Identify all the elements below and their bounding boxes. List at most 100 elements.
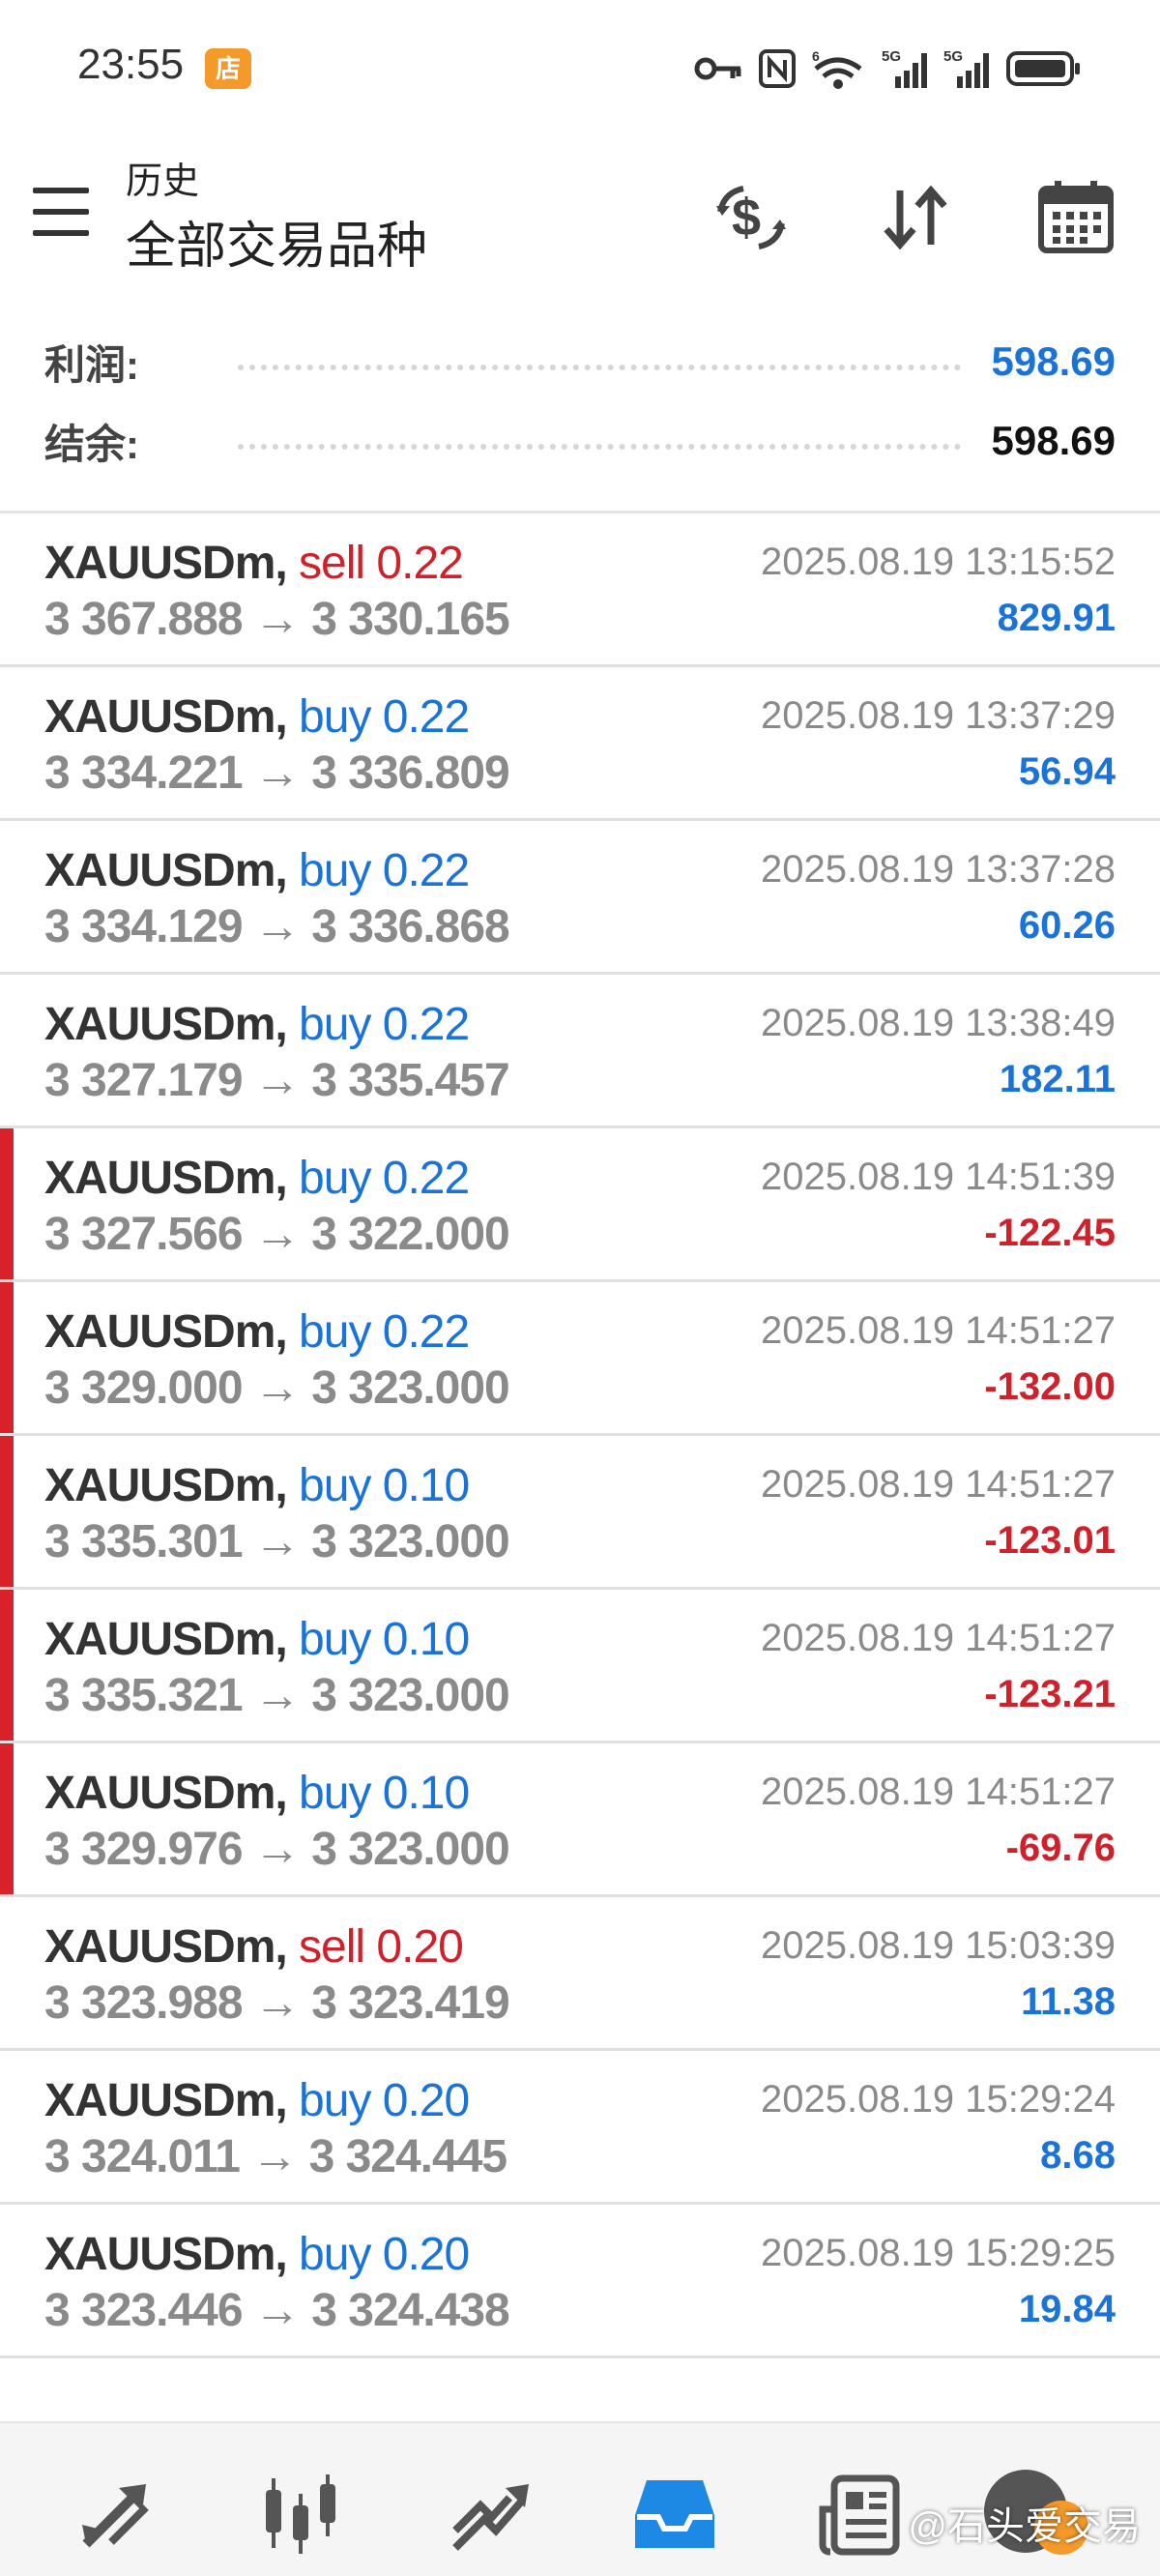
- status-bar: 23:55 店 6 5G 5G: [0, 0, 1160, 135]
- app-header: 历史 全部交易品种 $: [0, 135, 1160, 309]
- trade-time: 2025.08.19 13:37:29: [760, 694, 1116, 737]
- trade-time: 2025.08.19 15:29:24: [760, 2078, 1116, 2121]
- trade-symbol: XAUUSDm, buy 0.20: [44, 2074, 470, 2127]
- trade-prices: 3 324.011 → 3 324.445: [44, 2131, 508, 2182]
- trade-symbol-text: XAUUSDm,: [44, 1614, 288, 1665]
- trade-side: buy 0.22: [299, 1153, 470, 1204]
- page-subtitle: 历史: [126, 161, 200, 202]
- trade-symbol: XAUUSDm, buy 0.10: [44, 1767, 470, 1820]
- sort-icon: [884, 185, 947, 250]
- menu-button[interactable]: [33, 188, 93, 238]
- trade-side: buy 0.20: [299, 2229, 470, 2280]
- trade-symbol: XAUUSDm, buy 0.10: [44, 1459, 470, 1512]
- trade-symbol: XAUUSDm, buy 0.10: [44, 1613, 470, 1666]
- watermark-text: @石头爱交易: [908, 2505, 1141, 2548]
- trade-symbol: XAUUSDm, buy 0.22: [44, 690, 470, 744]
- trade-prices: 3 335.321 → 3 323.000: [44, 1670, 510, 1721]
- trade-side: buy 0.22: [299, 845, 470, 896]
- balance-dots: [238, 444, 961, 450]
- trade-icon: [452, 2484, 529, 2551]
- trade-profit: 8.68: [1040, 2134, 1116, 2177]
- profit-label: 利润:: [44, 341, 139, 388]
- trade-time: 2025.08.19 14:51:27: [760, 1463, 1116, 1506]
- trade-symbol-text: XAUUSDm,: [44, 2229, 288, 2280]
- trade-row[interactable]: XAUUSDm, buy 0.10 3 329.976 → 3 323.000 20…: [0, 1743, 1160, 1897]
- nav-chart[interactable]: [253, 2466, 350, 2562]
- balance-row: 结余: 598.69: [44, 412, 1116, 470]
- page-title[interactable]: 全部交易品种: [126, 205, 427, 278]
- trade-profit: -132.00: [984, 1365, 1116, 1408]
- trade-symbol: XAUUSDm, buy 0.22: [44, 998, 470, 1051]
- sort-button[interactable]: [872, 174, 959, 261]
- battery-icon: [1006, 51, 1080, 86]
- key-icon: [694, 57, 741, 80]
- trade-row[interactable]: XAUUSDm, buy 0.20 3 324.011 → 3 324.445 20…: [0, 2051, 1160, 2205]
- balance-label: 结余:: [44, 421, 139, 467]
- trade-row[interactable]: XAUUSDm, buy 0.22 3 327.179 → 3 335.457 20…: [0, 975, 1160, 1128]
- net2-label: 5G: [943, 48, 963, 65]
- trade-profit: 11.38: [1021, 1980, 1116, 2023]
- summary-panel: 利润: 598.69 结余: 598.69: [0, 329, 1160, 512]
- trade-symbol-text: XAUUSDm,: [44, 1153, 288, 1204]
- trade-side: buy 0.22: [299, 1306, 470, 1358]
- trade-symbol-text: XAUUSDm,: [44, 691, 288, 743]
- nav-history[interactable]: [626, 2466, 723, 2562]
- trade-time: 2025.08.19 15:03:39: [760, 1924, 1116, 1967]
- trade-time: 2025.08.19 13:38:49: [760, 1002, 1116, 1044]
- trade-row[interactable]: XAUUSDm, buy 0.22 3 329.000 → 3 323.000 20…: [0, 1282, 1160, 1436]
- trade-prices: 3 335.301 → 3 323.000: [44, 1516, 510, 1567]
- status-icons: 6 5G 5G: [694, 44, 1083, 93]
- wifi-6-icon: 6: [812, 48, 862, 89]
- trade-row[interactable]: XAUUSDm, sell 0.20 3 323.988 → 3 323.419 2…: [0, 1897, 1160, 2051]
- trade-row[interactable]: XAUUSDm, sell 0.22 3 367.888 → 3 330.165 2…: [0, 513, 1160, 667]
- trade-profit: 829.91: [997, 597, 1116, 639]
- news-icon: [819, 2474, 900, 2556]
- trade-time: 2025.08.19 14:51:39: [760, 1156, 1116, 1198]
- svg-text:$: $: [732, 189, 761, 247]
- trade-prices: 3 329.976 → 3 323.000: [44, 1824, 510, 1875]
- trade-symbol: XAUUSDm, sell 0.22: [44, 537, 464, 590]
- trade-row[interactable]: XAUUSDm, buy 0.10 3 335.301 → 3 323.000 20…: [0, 1436, 1160, 1590]
- nfc-icon: [759, 49, 796, 88]
- trade-side: buy 0.22: [299, 691, 470, 743]
- profit-value: 598.69: [991, 338, 1116, 384]
- app-notification-icon: 店: [205, 48, 251, 89]
- trade-row[interactable]: XAUUSDm, buy 0.22 3 334.129 → 3 336.868 20…: [0, 821, 1160, 975]
- trade-side: buy 0.20: [299, 2075, 470, 2126]
- nav-quotes[interactable]: [68, 2466, 164, 2562]
- trade-row[interactable]: XAUUSDm, buy 0.10 3 335.321 → 3 323.000 20…: [0, 1590, 1160, 1743]
- currency-exchange-icon: $: [716, 186, 786, 249]
- trade-history-list: XAUUSDm, sell 0.22 3 367.888 → 3 330.165 2…: [0, 513, 1160, 2358]
- trade-side: buy 0.10: [299, 1768, 470, 1819]
- currency-exchange-button[interactable]: $: [708, 174, 795, 261]
- quotes-icon: [82, 2484, 149, 2548]
- trade-profit: 19.84: [1018, 2288, 1116, 2330]
- trade-symbol-text: XAUUSDm,: [44, 538, 288, 589]
- trade-prices: 3 334.221 → 3 336.809: [44, 747, 510, 799]
- trade-profit: 60.26: [1018, 904, 1116, 947]
- trade-side: sell 0.22: [299, 538, 464, 589]
- trade-row[interactable]: XAUUSDm, buy 0.22 3 327.566 → 3 322.000 20…: [0, 1128, 1160, 1282]
- trade-side: buy 0.10: [299, 1460, 470, 1511]
- trade-symbol-text: XAUUSDm,: [44, 1460, 288, 1511]
- trade-time: 2025.08.19 14:51:27: [760, 1617, 1116, 1659]
- balance-value: 598.69: [991, 418, 1116, 463]
- nav-trade[interactable]: [441, 2466, 537, 2562]
- trade-row[interactable]: XAUUSDm, buy 0.22 3 334.221 → 3 336.809 20…: [0, 667, 1160, 821]
- trade-symbol: XAUUSDm, buy 0.22: [44, 844, 470, 897]
- trade-time: 2025.08.19 14:51:27: [760, 1309, 1116, 1352]
- trade-prices: 3 329.000 → 3 323.000: [44, 1362, 510, 1414]
- status-time: 23:55: [77, 41, 185, 88]
- trade-symbol: XAUUSDm, buy 0.22: [44, 1305, 470, 1359]
- calendar-button[interactable]: [1032, 174, 1119, 261]
- trade-side: sell 0.20: [299, 1921, 464, 1973]
- history-icon: [635, 2480, 714, 2548]
- profit-row: 利润: 598.69: [44, 333, 1116, 391]
- trade-symbol-text: XAUUSDm,: [44, 1921, 288, 1973]
- trade-symbol-text: XAUUSDm,: [44, 2075, 288, 2126]
- bottom-navigation: @石头爱交易: [0, 2421, 1160, 2576]
- trade-symbol-text: XAUUSDm,: [44, 1768, 288, 1819]
- trade-profit: -122.45: [984, 1212, 1116, 1254]
- nav-news[interactable]: [812, 2466, 909, 2562]
- trade-row[interactable]: XAUUSDm, buy 0.20 3 323.446 → 3 324.438 20…: [0, 2205, 1160, 2358]
